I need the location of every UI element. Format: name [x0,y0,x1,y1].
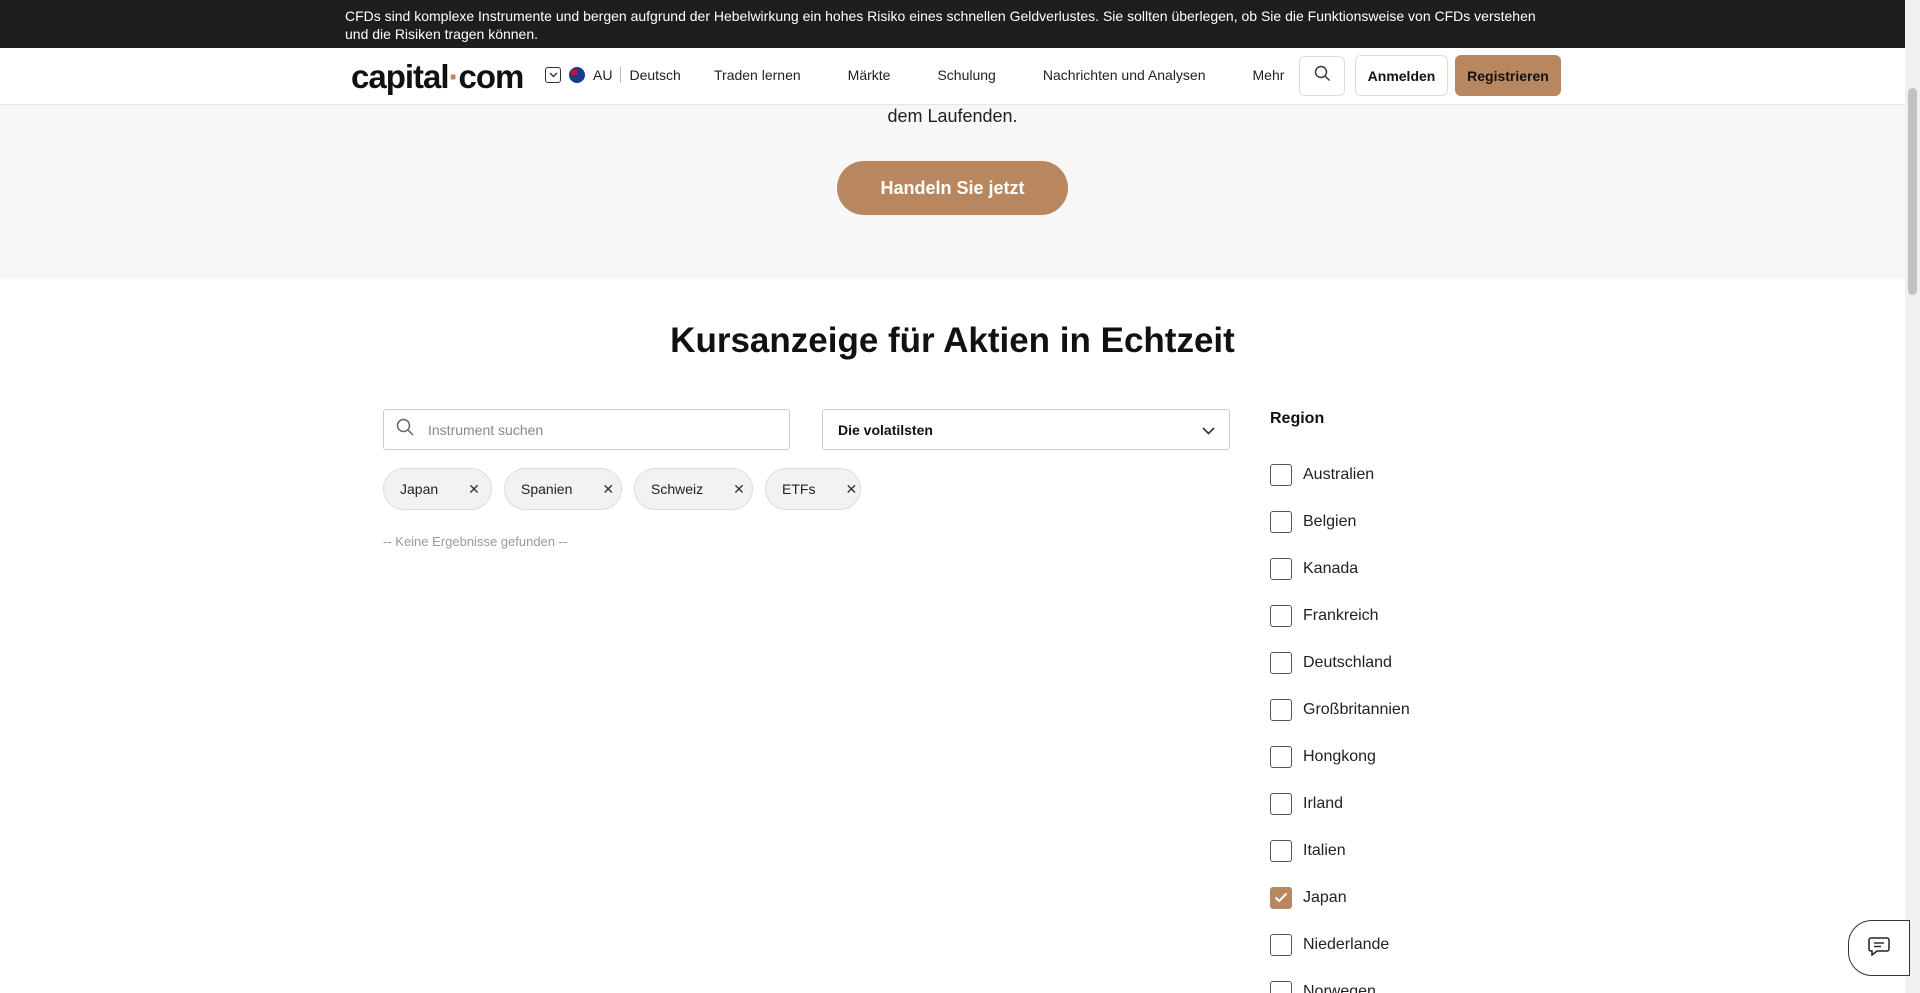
risk-warning-banner: CFDs sind komplexe Instrumente und berge… [0,0,1905,48]
check-icon [1274,892,1288,903]
region-filter-title: Region [1270,410,1325,427]
instrument-search[interactable] [383,409,790,450]
checkbox[interactable] [1270,557,1292,580]
chip-label: ETFs [782,481,816,497]
filter-chip-spanien: Spanien ✕ [504,468,622,510]
filter-chip-japan: Japan ✕ [383,468,492,510]
logo-tail-text: com [458,58,525,95]
menu-item-traden-lernen[interactable]: Traden lernen [714,67,801,83]
region-label: Norwegen [1303,982,1376,993]
sort-selected-value: Die volatilsten [838,421,933,438]
sort-dropdown[interactable]: Die volatilsten [822,409,1230,450]
menu-item-maerkte[interactable]: Märkte [848,67,891,83]
region-label: Deutschland [1303,653,1392,671]
filter-chip-schweiz: Schweiz ✕ [634,468,753,510]
region-option-japan[interactable]: Japan [1270,874,1410,921]
close-icon[interactable]: ✕ [733,481,745,498]
trade-now-button[interactable]: Handeln Sie jetzt [837,161,1068,215]
menu-item-mehr[interactable]: Mehr [1253,67,1285,83]
close-icon[interactable]: ✕ [602,481,614,498]
checkbox[interactable] [1270,745,1292,768]
search-icon [396,418,414,441]
region-label: Irland [1303,794,1344,812]
search-icon [1314,65,1331,87]
region-label: Belgien [1303,512,1357,530]
checkbox-checked[interactable] [1270,886,1292,909]
chevron-down-icon [1202,422,1215,438]
region-label: Hongkong [1303,747,1376,765]
hero-section: dem Laufenden. Handeln Sie jetzt [0,105,1905,279]
main-menu: Traden lernen Märkte Schulung Nachrichte… [714,67,1331,83]
chat-button[interactable] [1848,920,1910,976]
page-scrollbar[interactable] [1905,0,1920,993]
risk-warning-text: CFDs sind komplexe Instrumente und berge… [345,8,1536,42]
region-option-belgien[interactable]: Belgien [1270,498,1410,545]
language-label: Deutsch [629,67,681,83]
logo-dot: · [448,58,460,95]
checkbox[interactable] [1270,510,1292,533]
australia-flag-icon [569,67,585,83]
region-label: Großbritannien [1303,700,1410,718]
close-icon[interactable]: ✕ [468,481,480,498]
instrument-search-input[interactable] [428,421,758,438]
region-label: Kanada [1303,559,1359,577]
chevron-down-icon [545,67,561,83]
region-label: Frankreich [1303,606,1379,624]
header-search-button[interactable] [1299,56,1345,96]
checkbox[interactable] [1270,604,1292,627]
chip-label: Schweiz [651,481,704,497]
locale-selector[interactable]: AU Deutsch [545,67,681,83]
checkbox[interactable] [1270,933,1292,956]
filter-chip-etfs: ETFs ✕ [765,468,861,510]
region-option-deutschland[interactable]: Deutschland [1270,639,1410,686]
chat-icon [1868,936,1890,961]
region-option-frankreich[interactable]: Frankreich [1270,592,1410,639]
checkbox[interactable] [1270,792,1292,815]
region-option-kanada[interactable]: Kanada [1270,545,1410,592]
checkbox[interactable] [1270,463,1292,486]
menu-item-nachrichten[interactable]: Nachrichten und Analysen [1043,67,1206,83]
checkbox[interactable] [1270,980,1292,993]
locale-divider [620,67,622,83]
scrollbar-thumb[interactable] [1908,88,1917,295]
region-option-italien[interactable]: Italien [1270,827,1410,874]
login-button[interactable]: Anmelden [1355,55,1448,96]
region-label: Niederlande [1303,935,1390,953]
checkbox[interactable] [1270,651,1292,674]
region-code: AU [593,67,613,83]
checkbox[interactable] [1270,698,1292,721]
active-filter-chips: Japan ✕ Spanien ✕ Schweiz ✕ ETFs ✕ [383,468,861,510]
logo-main-text: capital [351,58,450,95]
register-button[interactable]: Registrieren [1455,55,1561,96]
no-results-message: -- Keine Ergebnisse gefunden -- [383,534,568,549]
close-icon[interactable]: ✕ [845,481,857,498]
checkbox[interactable] [1270,839,1292,862]
region-filter-list: Australien Belgien Kanada Frankreich Deu… [1270,451,1410,993]
hero-text: dem Laufenden. [887,106,1018,126]
region-option-grossbritannien[interactable]: Großbritannien [1270,686,1410,733]
region-label: Japan [1303,888,1347,906]
region-label: Italien [1303,841,1346,859]
region-option-irland[interactable]: Irland [1270,780,1410,827]
region-label: Australien [1303,465,1375,483]
top-navbar: capital·com AU Deutsch Traden lernen Mär… [0,48,1905,105]
section-title: Kursanzeige für Aktien in Echtzeit [670,321,1235,360]
region-option-norwegen[interactable]: Norwegen [1270,968,1410,993]
chip-label: Spanien [521,481,573,497]
menu-item-schulung[interactable]: Schulung [937,67,995,83]
capital-com-logo[interactable]: capital·com [351,58,525,96]
region-option-australien[interactable]: Australien [1270,451,1410,498]
chip-label: Japan [400,481,439,497]
region-option-hongkong[interactable]: Hongkong [1270,733,1410,780]
region-option-niederlande[interactable]: Niederlande [1270,921,1410,968]
